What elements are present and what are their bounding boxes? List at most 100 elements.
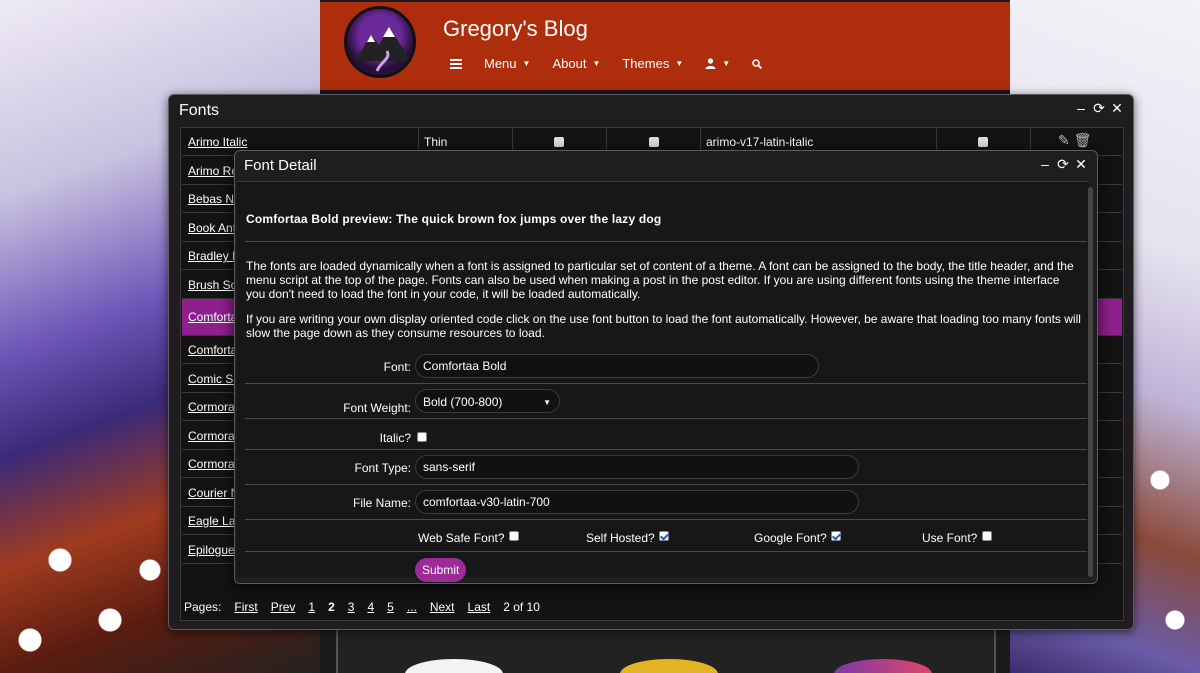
divider <box>245 484 1087 485</box>
nav-menu[interactable]: Menu ▼ <box>484 56 530 71</box>
font-name-link[interactable]: Eagle La <box>188 514 235 528</box>
pager-page-3[interactable]: 3 <box>348 600 355 614</box>
font-name-link[interactable]: Bradley H <box>188 249 241 263</box>
mountain-logo-icon <box>355 27 411 72</box>
font-name-link[interactable]: Comforta <box>188 310 237 324</box>
font-weight-cell: Thin <box>424 135 448 149</box>
divider <box>245 449 1087 450</box>
pager-page-4[interactable]: 4 <box>367 600 374 614</box>
italic-checkbox[interactable] <box>417 432 427 442</box>
pager-last[interactable]: Last <box>468 600 491 614</box>
row-actions: ✎ 🗑 <box>1058 132 1091 149</box>
self-hosted-label: Self Hosted? <box>586 531 655 545</box>
font-name-link[interactable]: Arimo Re <box>188 164 238 178</box>
font-preview: Comfortaa Bold preview: The quick brown … <box>246 212 662 226</box>
font-name-link[interactable]: Bebas Ne <box>188 192 241 206</box>
font-name-link[interactable]: Book Ant <box>188 221 236 235</box>
google-font-checkbox[interactable] <box>831 531 841 541</box>
file-name-input[interactable] <box>415 490 859 514</box>
font-name-link[interactable]: Courier N <box>188 486 239 500</box>
blog-header: Gregory's Blog Menu ▼ About ▼ Themes ▼ ▼ <box>320 2 1010 90</box>
refresh-icon[interactable]: ⟳ <box>1057 156 1069 173</box>
blog-title[interactable]: Gregory's Blog <box>443 16 588 42</box>
checkbox-cell <box>554 137 564 147</box>
checkbox-cell <box>978 137 988 147</box>
pager-first[interactable]: First <box>234 600 257 614</box>
hamburger-icon <box>450 58 462 69</box>
nav-search[interactable] <box>752 58 763 69</box>
self-hosted-checkbox[interactable] <box>659 531 669 541</box>
google-font-label: Google Font? <box>754 531 827 545</box>
divider <box>245 551 1087 552</box>
font-detail-title: Font Detail <box>244 157 317 174</box>
font-name-link[interactable]: Comforta <box>188 343 237 357</box>
edit-icon[interactable]: ✎ <box>1058 132 1070 148</box>
caret-down-icon: ▼ <box>722 59 731 68</box>
info-paragraph-1: The fonts are loaded dynamically when a … <box>246 259 1074 301</box>
divider <box>245 241 1087 242</box>
pager-prev[interactable]: Prev <box>271 600 296 614</box>
font-name-link[interactable]: Cormora <box>188 457 235 471</box>
font-weight-value: Bold (700-800) <box>423 395 503 409</box>
nav-menu-label: Menu <box>484 56 517 71</box>
blog-logo[interactable] <box>344 6 416 78</box>
font-weight-label: Font Weight: <box>343 401 411 415</box>
use-font-checkbox[interactable] <box>982 531 992 541</box>
font-name-input[interactable] <box>415 354 819 378</box>
main-nav: Menu ▼ About ▼ Themes ▼ ▼ <box>450 56 784 71</box>
web-safe-checkbox[interactable] <box>509 531 519 541</box>
minimize-icon[interactable]: – <box>1039 156 1051 173</box>
caret-down-icon: ▼ <box>592 59 601 68</box>
italic-label: Italic? <box>379 431 411 445</box>
close-icon[interactable]: ✕ <box>1075 156 1087 173</box>
font-type-label: Font Type: <box>354 461 411 475</box>
font-name-link[interactable]: Arimo Italic <box>188 135 247 149</box>
submit-button[interactable]: Submit <box>415 558 467 582</box>
hamburger-menu[interactable] <box>450 58 462 69</box>
file-name-cell: arimo-v17-latin-italic <box>706 135 814 149</box>
font-label: Font: <box>383 360 411 374</box>
web-safe-label: Web Safe Font? <box>418 531 505 545</box>
nav-about[interactable]: About ▼ <box>552 56 600 71</box>
nav-themes-label: Themes <box>622 56 670 71</box>
font-detail-dialog: Font Detail – ⟳ ✕ Comfortaa Bold preview… <box>234 150 1098 584</box>
nav-themes[interactable]: Themes ▼ <box>622 56 683 71</box>
pager-next[interactable]: Next <box>430 600 455 614</box>
user-icon <box>705 58 716 69</box>
caret-down-icon: ▼ <box>522 59 531 68</box>
font-name-link[interactable]: Epilogue <box>188 543 235 557</box>
pager-page-current: 2 <box>328 600 335 614</box>
pager-ellipsis[interactable]: ... <box>407 600 417 614</box>
font-detail-controls: – ⟳ ✕ <box>1039 156 1087 173</box>
close-icon[interactable]: ✕ <box>1111 100 1123 117</box>
divider <box>245 383 1087 384</box>
pagination: Pages: First Prev 1 2 3 4 5 ... Next Las… <box>184 600 553 614</box>
fonts-window-controls: – ⟳ ✕ <box>1075 100 1123 117</box>
nav-about-label: About <box>552 56 587 71</box>
checkbox-cell <box>649 137 659 147</box>
pager-label: Pages: <box>184 600 222 614</box>
minimize-icon[interactable]: – <box>1075 100 1087 117</box>
font-detail-body: Comfortaa Bold preview: The quick brown … <box>237 181 1089 582</box>
file-name-label: File Name: <box>352 496 411 510</box>
font-name-link[interactable]: Cormora <box>188 400 235 414</box>
scrollbar[interactable] <box>1088 187 1093 577</box>
font-name-link[interactable]: Cormora <box>188 429 235 443</box>
fonts-window-title: Fonts <box>179 102 220 119</box>
divider <box>245 418 1087 419</box>
divider <box>245 519 1087 520</box>
pager-status: 2 of 10 <box>503 600 540 614</box>
font-weight-select[interactable]: Bold (700-800) ▼ <box>415 389 560 413</box>
trash-icon[interactable]: 🗑 <box>1074 132 1092 148</box>
pager-page-1[interactable]: 1 <box>308 600 315 614</box>
info-paragraph-2: If you are writing your own display orie… <box>246 312 1081 340</box>
nav-user[interactable]: ▼ <box>705 58 730 69</box>
font-type-input[interactable] <box>415 455 859 479</box>
pager-page-5[interactable]: 5 <box>387 600 394 614</box>
use-font-label: Use Font? <box>922 531 978 545</box>
font-name-link[interactable]: Comic Sa <box>188 372 240 386</box>
search-icon <box>752 58 763 69</box>
caret-down-icon: ▼ <box>675 59 684 68</box>
refresh-icon[interactable]: ⟳ <box>1093 100 1105 117</box>
font-name-link[interactable]: Brush Sc <box>188 278 237 292</box>
